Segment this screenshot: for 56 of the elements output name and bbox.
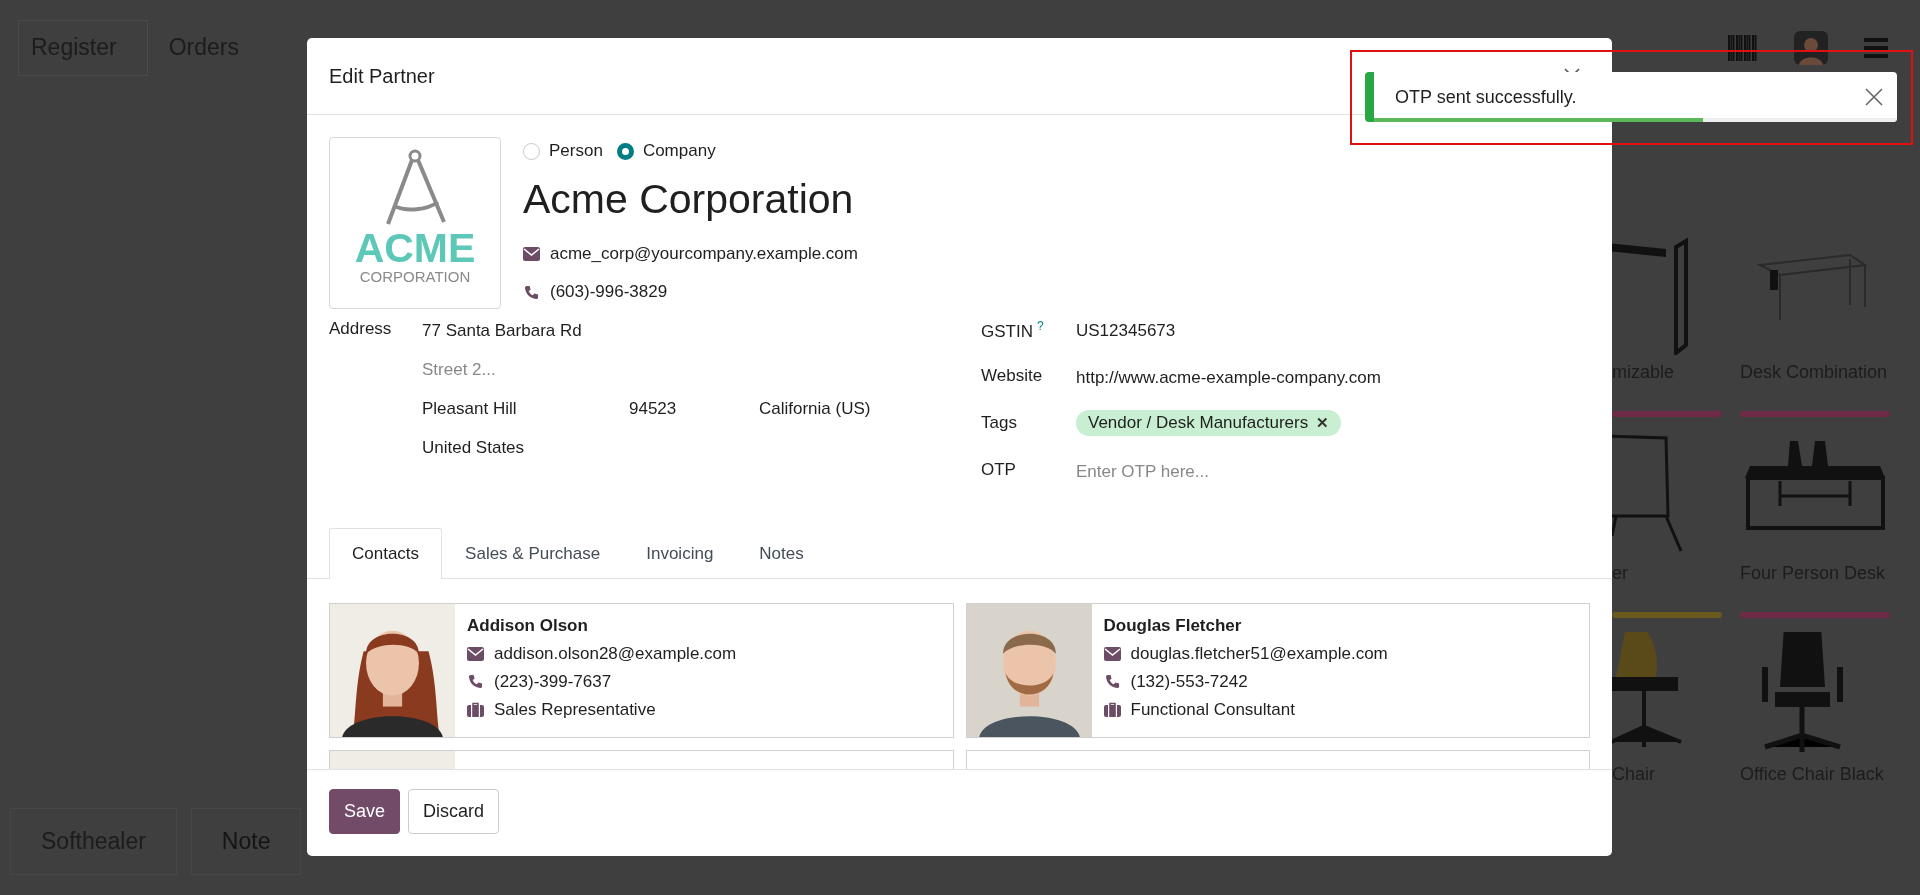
radio-button[interactable] <box>616 142 634 160</box>
remove-tag-button[interactable]: ✕ <box>1316 414 1330 432</box>
website-field[interactable]: http://www.acme-example-company.com <box>1076 366 1590 389</box>
contact-phone: (132)-553-7242 <box>1130 671 1248 692</box>
email-field[interactable]: acme_corp@yourcompany.example.com <box>550 242 1150 266</box>
zip-field[interactable]: 94523 <box>629 397 759 420</box>
contact-phone: (223)-399-7637 <box>494 671 612 692</box>
tab[interactable]: Contacts <box>329 528 443 579</box>
country-field[interactable]: United States <box>422 436 919 459</box>
phone-icon <box>523 284 540 300</box>
name-field[interactable]: Acme Corporation <box>523 175 1150 223</box>
contact-job: Functional Consultant <box>1130 699 1295 720</box>
street-field[interactable]: 77 Santa Barbara Rd <box>422 319 919 342</box>
field-label: Tags <box>981 413 1018 433</box>
phone-field[interactable]: (603)-996-3829 <box>550 280 1150 304</box>
envelope-icon <box>1103 646 1121 661</box>
envelope-icon <box>467 646 484 661</box>
dialog-title: Edit Partner <box>329 64 435 88</box>
discard-button[interactable]: Discard <box>408 789 500 834</box>
radio-option[interactable]: Company <box>616 141 716 161</box>
street2-field[interactable]: Street 2... <box>422 358 919 381</box>
state-field[interactable]: California (US) <box>759 397 919 420</box>
status-stripe <box>1365 72 1374 122</box>
tab[interactable]: Notes <box>736 528 827 578</box>
close-icon[interactable] <box>1865 88 1883 106</box>
tag-chip[interactable]: Vendor / Desk Manufacturers ✕ <box>1076 410 1342 436</box>
field-label: Address <box>329 319 393 339</box>
contact-name: Douglas Fletcher <box>1103 615 1243 637</box>
radio-option[interactable]: Person <box>523 141 603 161</box>
logo-subtitle: CORPORATION <box>359 268 471 286</box>
field-label: OTP <box>981 460 1017 480</box>
otp-field[interactable]: Enter OTP here... <box>1076 460 1590 483</box>
gstin-field[interactable]: US12345673 <box>1076 319 1590 342</box>
avatar-icon[interactable] <box>1794 30 1828 65</box>
tab[interactable]: Sales & Purchase <box>442 528 624 578</box>
briefcase-icon <box>1103 702 1121 717</box>
tab[interactable]: Invoicing <box>623 528 737 578</box>
briefcase-icon <box>467 702 484 717</box>
city-field[interactable]: Pleasant Hill <box>422 397 629 420</box>
contact-email: douglas.fletcher51@example.com <box>1130 643 1388 664</box>
contact-card[interactable]: Douglas Fletcher douglas.fletcher51@example.com (132)-553-7242 Functional Consultant <box>965 603 1590 738</box>
help-mark[interactable]: ? <box>1036 319 1044 333</box>
toast-message: OTP sent successfully. <box>1395 86 1577 108</box>
field-label: GSTIN <box>981 321 1033 341</box>
contact-card[interactable]: Addison Olson addison.olson28@example.com (223)-399-7637 Sales Representative <box>329 603 954 738</box>
menu-icon[interactable] <box>1864 36 1888 59</box>
save-button[interactable]: Save <box>329 789 401 834</box>
phone-icon <box>467 674 484 689</box>
barcode-icon[interactable] <box>1728 32 1758 63</box>
field-label: Website <box>981 366 1044 386</box>
phone-icon <box>1103 674 1121 689</box>
contact-email: addison.olson28@example.com <box>494 643 737 664</box>
envelope-icon <box>523 247 540 261</box>
logo-text: ACME <box>354 228 476 268</box>
contact-name: Addison Olson <box>467 615 589 637</box>
contact-job: Sales Representative <box>494 699 656 720</box>
